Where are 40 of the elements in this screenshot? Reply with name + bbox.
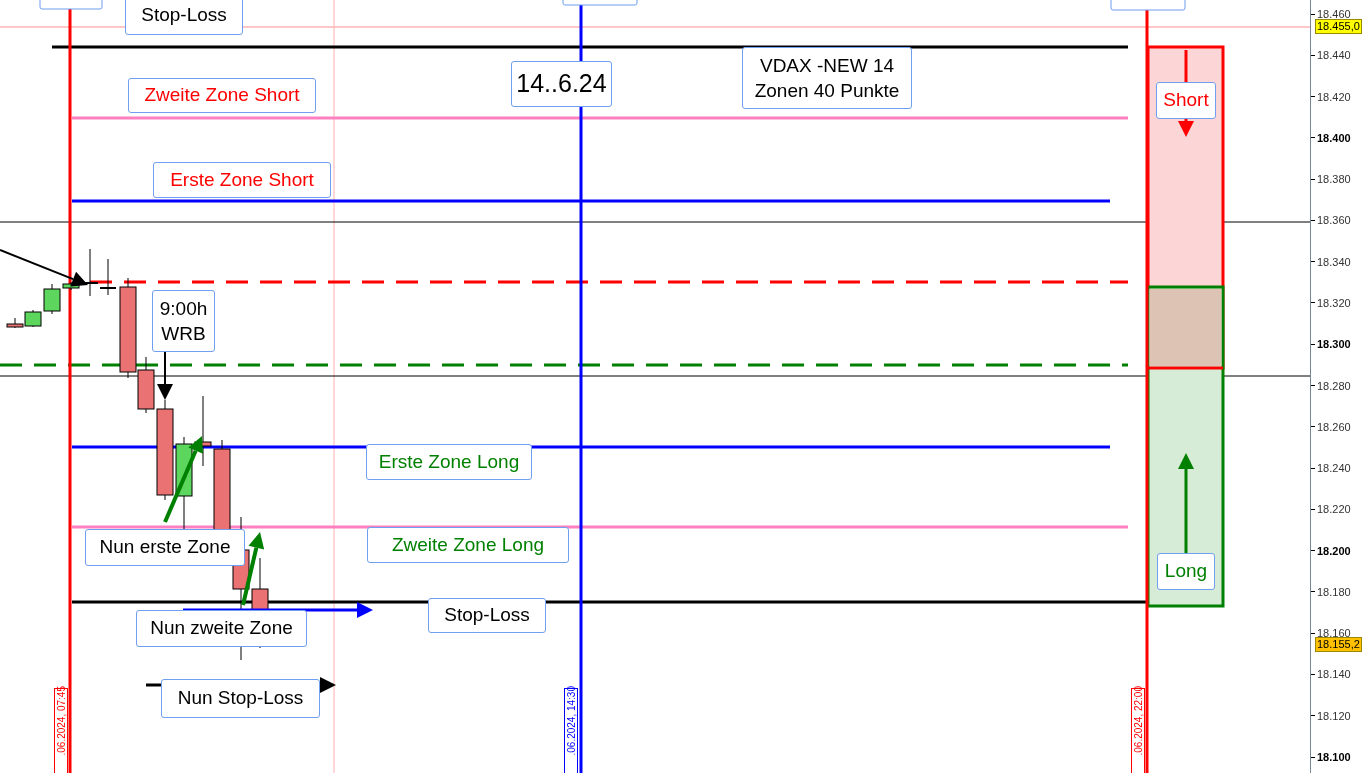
price-tick: 18.320 bbox=[1317, 295, 1351, 310]
candle bbox=[99, 258, 117, 296]
price-tick: 18.360 bbox=[1317, 213, 1351, 228]
chart-label: Long bbox=[1157, 553, 1215, 590]
price-tick: 18.440 bbox=[1317, 48, 1351, 63]
price-tick: 18.100 bbox=[1317, 750, 1351, 765]
price-tick: 18.200 bbox=[1317, 543, 1351, 558]
price-tick: 18.240 bbox=[1317, 461, 1351, 476]
chart-label: Erste Zone Long bbox=[366, 444, 532, 480]
price-tick: 18.260 bbox=[1317, 419, 1351, 434]
chart-label: Short bbox=[1156, 82, 1216, 119]
chart-label: Zweite Zone Short bbox=[128, 78, 316, 113]
price-tick: 18.180 bbox=[1317, 584, 1351, 599]
chart-label: Nun Stop-Loss bbox=[161, 679, 320, 718]
price-tick: 18.300 bbox=[1317, 337, 1351, 352]
price-tick: 18.280 bbox=[1317, 378, 1351, 393]
time-label: .06.2024, 14:30 bbox=[564, 688, 578, 773]
arrow-icon bbox=[0, 249, 88, 287]
chart-label: Stop-Loss bbox=[428, 598, 546, 633]
chart-label: Zweite Zone Long bbox=[367, 527, 569, 563]
price-tick: 18.380 bbox=[1317, 172, 1351, 187]
price-tick: 18.460 bbox=[1317, 7, 1351, 21]
price-tick: 18.120 bbox=[1317, 708, 1351, 723]
price-tick: 18.400 bbox=[1317, 130, 1351, 145]
chart-label: Nun zweite Zone bbox=[136, 610, 307, 647]
price-tag: 18.155,2 bbox=[1315, 637, 1362, 652]
chart-label: 14..6.24 bbox=[511, 61, 612, 107]
price-tick: 18.340 bbox=[1317, 254, 1351, 269]
chart-label: Erste Zone Short bbox=[153, 162, 331, 198]
price-tick: 18.140 bbox=[1317, 667, 1351, 682]
price-tick: 18.420 bbox=[1317, 89, 1351, 104]
chart-label: Stop-Loss bbox=[125, 0, 243, 35]
price-tag: 18.455,0 bbox=[1315, 19, 1362, 34]
chart-label: VDAX -NEW 14 Zonen 40 Punkte bbox=[742, 47, 912, 109]
chart-label: 9:00h WRB bbox=[152, 290, 215, 352]
price-tick: 18.220 bbox=[1317, 502, 1351, 517]
arrow-icon bbox=[163, 436, 204, 523]
price-tick: 18.160 bbox=[1317, 626, 1351, 640]
chart-label: Nun erste Zone bbox=[85, 529, 245, 566]
time-label: .06.2024, 22:00 bbox=[1131, 688, 1145, 773]
